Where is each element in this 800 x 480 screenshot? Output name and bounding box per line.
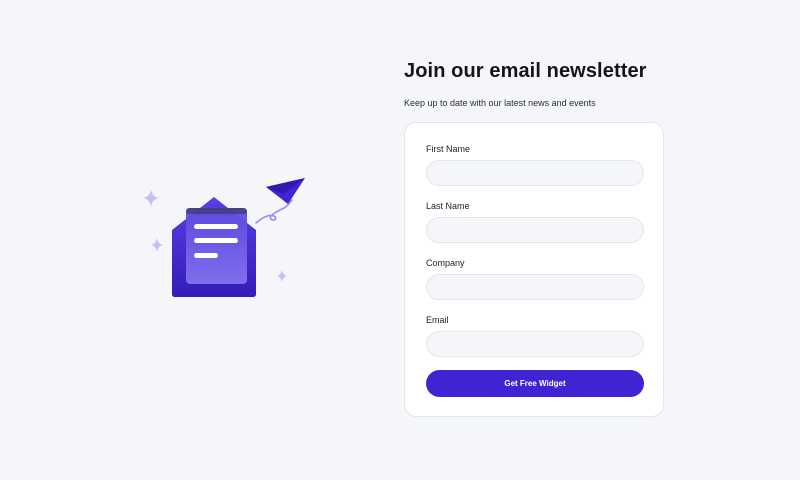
sparkle-icon xyxy=(151,238,163,252)
paper-plane-trail xyxy=(255,199,293,224)
company-input[interactable] xyxy=(426,274,644,300)
paper-plane-icon xyxy=(266,178,305,204)
sparkle-icon xyxy=(277,270,287,282)
document-icon xyxy=(186,208,247,284)
newsletter-section: Join our email newsletter Keep up to dat… xyxy=(404,58,666,417)
signup-form-card: First Name Last Name Company Email Get F… xyxy=(404,122,664,417)
first-name-input[interactable] xyxy=(426,160,644,186)
last-name-input[interactable] xyxy=(426,217,644,243)
email-input[interactable] xyxy=(426,331,644,357)
company-field-group: Company xyxy=(426,257,644,314)
first-name-field-group: First Name xyxy=(426,143,644,200)
first-name-label: First Name xyxy=(426,144,471,154)
last-name-field-group: Last Name xyxy=(426,200,644,257)
email-label: Email xyxy=(426,315,449,325)
page-subtitle: Keep up to date with our latest news and… xyxy=(404,98,596,108)
last-name-label: Last Name xyxy=(426,201,470,211)
page-title: Join our email newsletter xyxy=(404,60,647,82)
get-free-widget-button[interactable]: Get Free Widget xyxy=(426,370,644,397)
newsletter-illustration xyxy=(138,172,314,304)
illustration-svg xyxy=(143,178,305,297)
company-label: Company xyxy=(426,258,465,268)
email-field-group: Email xyxy=(426,314,644,371)
sparkle-icon xyxy=(143,189,159,207)
